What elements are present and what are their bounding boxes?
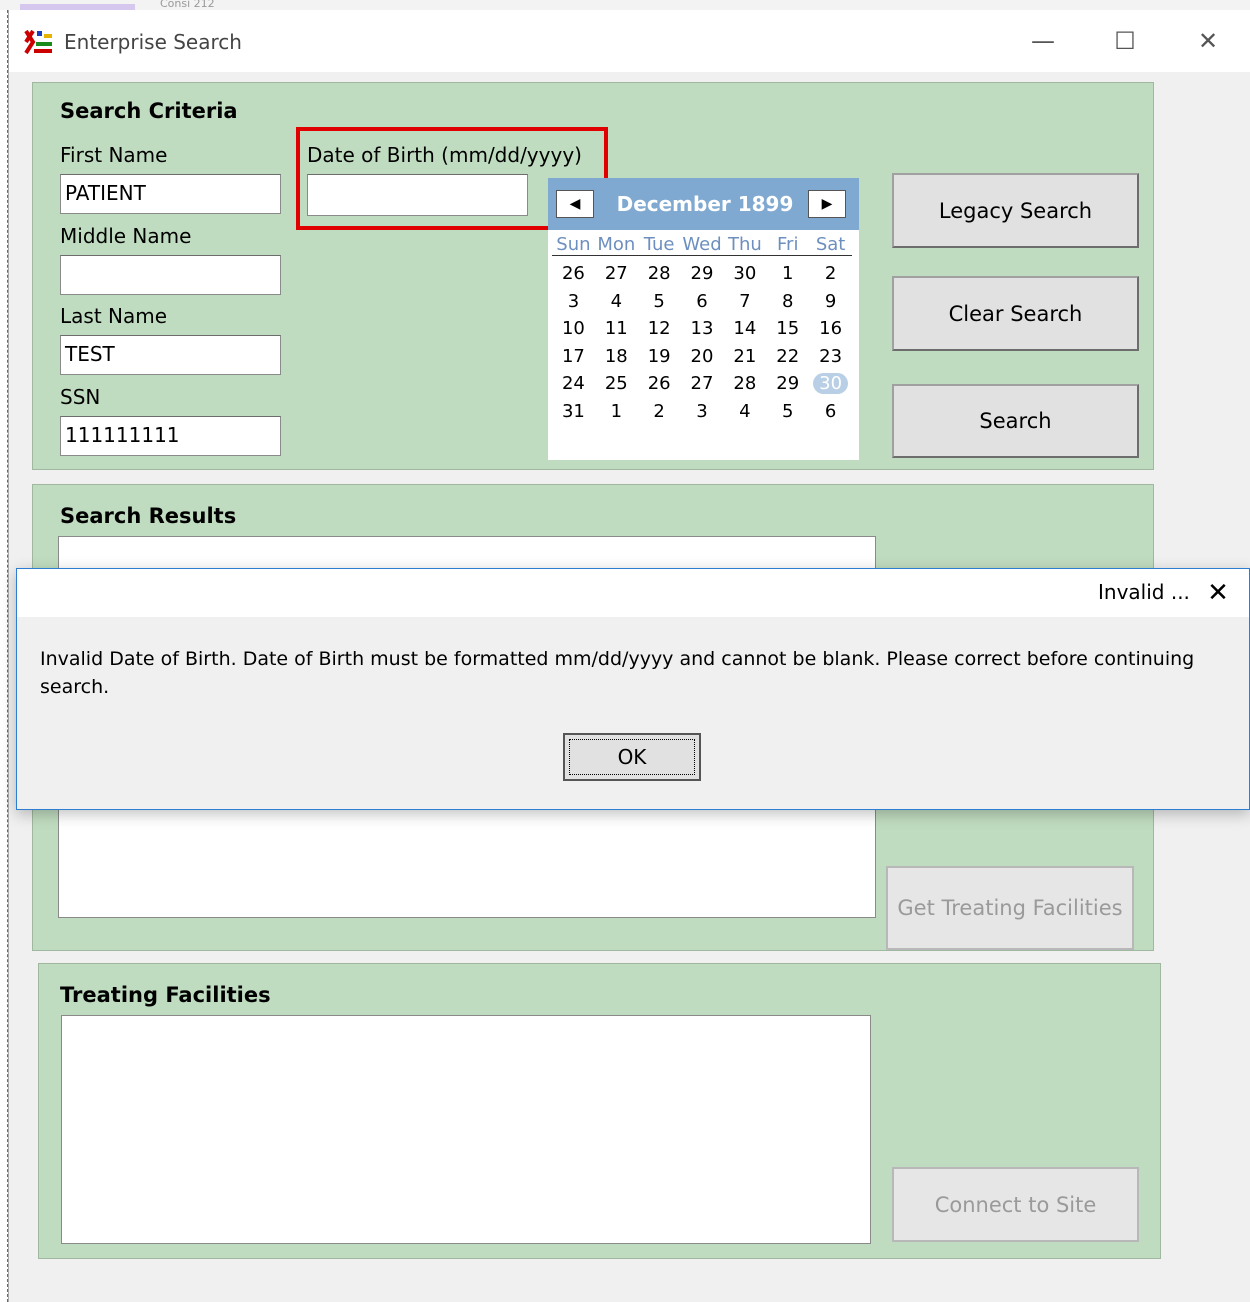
- last-name-field[interactable]: TEST: [60, 335, 281, 375]
- calendar-day[interactable]: 30: [723, 260, 766, 288]
- calendar-day[interactable]: 11: [595, 315, 638, 343]
- app-icon: [24, 28, 54, 56]
- selected-day-value: 30: [813, 373, 849, 394]
- calendar-day[interactable]: 3: [552, 288, 595, 316]
- calendar-day[interactable]: 18: [595, 343, 638, 371]
- weekday-label: Sun: [556, 234, 591, 255]
- triangle-left-icon: ◀: [569, 196, 581, 212]
- calendar-day[interactable]: 13: [681, 315, 724, 343]
- calendar-next-button[interactable]: ▶: [808, 190, 846, 218]
- calendar-day[interactable]: 5: [766, 398, 809, 426]
- close-button[interactable]: ✕: [1168, 18, 1248, 64]
- calendar-week: 10 11 12 13 14 15 16: [552, 315, 852, 343]
- calendar-day[interactable]: 26: [552, 260, 595, 288]
- calendar-day[interactable]: 28: [723, 370, 766, 398]
- weekday-label: Thu: [727, 234, 762, 255]
- calendar-day[interactable]: 27: [595, 260, 638, 288]
- calendar-week: 31 1 2 3 4 5 6: [552, 398, 852, 426]
- calendar-week: 17 18 19 20 21 22 23: [552, 343, 852, 371]
- calendar-day[interactable]: 6: [809, 398, 852, 426]
- calendar-week: 26 27 28 29 30 1 2: [552, 260, 852, 288]
- dialog-title: Invalid ...: [1098, 580, 1190, 604]
- calendar-day[interactable]: 26: [638, 370, 681, 398]
- calendar-day[interactable]: 29: [681, 260, 724, 288]
- calendar-day[interactable]: 20: [681, 343, 724, 371]
- calendar-day[interactable]: 4: [595, 288, 638, 316]
- calendar-month-label[interactable]: December 1899: [610, 190, 800, 218]
- triangle-right-icon: ▶: [821, 196, 833, 212]
- calendar-day[interactable]: 14: [723, 315, 766, 343]
- dialog-ok-button[interactable]: OK: [563, 733, 701, 781]
- window-title: Enterprise Search: [64, 30, 242, 54]
- calendar-day[interactable]: 22: [766, 343, 809, 371]
- calendar-day[interactable]: 25: [595, 370, 638, 398]
- weekday-label: Mon: [597, 234, 636, 255]
- calendar-day[interactable]: 27: [681, 370, 724, 398]
- first-name-field[interactable]: PATIENT: [60, 174, 281, 214]
- dialog-close-button[interactable]: ✕: [1196, 574, 1240, 612]
- calendar-day-selected[interactable]: 30: [809, 370, 852, 398]
- legacy-search-button[interactable]: Legacy Search: [892, 173, 1139, 248]
- first-name-label: First Name: [60, 143, 168, 167]
- calendar-day[interactable]: 2: [638, 398, 681, 426]
- calendar-day[interactable]: 9: [809, 288, 852, 316]
- calendar-day[interactable]: 23: [809, 343, 852, 371]
- calendar-day-grid: 26 27 28 29 30 1 2 3 4 5 6 7 8 9 10 11 1…: [552, 260, 852, 425]
- calendar-day[interactable]: 4: [723, 398, 766, 426]
- ok-button-label: OK: [569, 739, 695, 775]
- search-button[interactable]: Search: [892, 384, 1139, 458]
- calendar-day[interactable]: 21: [723, 343, 766, 371]
- minimize-button[interactable]: —: [1003, 18, 1083, 64]
- calendar-day[interactable]: 31: [552, 398, 595, 426]
- calendar-day[interactable]: 10: [552, 315, 595, 343]
- last-name-label: Last Name: [60, 304, 168, 328]
- calendar-week: 3 4 5 6 7 8 9: [552, 288, 852, 316]
- calendar-day[interactable]: 7: [723, 288, 766, 316]
- background-tab-label: Consi 212: [160, 0, 215, 8]
- connect-to-site-button[interactable]: Connect to Site: [892, 1167, 1139, 1242]
- get-treating-facilities-button[interactable]: Get Treating Facilities: [886, 866, 1134, 950]
- calendar-day[interactable]: 8: [766, 288, 809, 316]
- calendar-day[interactable]: 1: [595, 398, 638, 426]
- weekday-label: Tue: [643, 234, 675, 255]
- calendar-day[interactable]: 19: [638, 343, 681, 371]
- calendar-day[interactable]: 16: [809, 315, 852, 343]
- calendar-day[interactable]: 28: [638, 260, 681, 288]
- left-edge-border: [0, 10, 8, 1302]
- calendar-day[interactable]: 1: [766, 260, 809, 288]
- calendar-day[interactable]: 3: [681, 398, 724, 426]
- ssn-label: SSN: [60, 385, 101, 409]
- calendar-day[interactable]: 15: [766, 315, 809, 343]
- calendar-day[interactable]: 5: [638, 288, 681, 316]
- weekday-label: Sat: [815, 234, 846, 255]
- treating-facilities-list[interactable]: [61, 1015, 871, 1244]
- calendar-weekday-row: Sun Mon Tue Wed Thu Fri Sat: [552, 234, 852, 256]
- calendar-week: 24 25 26 27 28 29 30: [552, 370, 852, 398]
- dialog-titlebar: [17, 569, 1249, 617]
- maximize-button[interactable]: ☐: [1085, 18, 1165, 64]
- calendar-day[interactable]: 29: [766, 370, 809, 398]
- middle-name-field[interactable]: [60, 255, 281, 295]
- ssn-field[interactable]: 111111111: [60, 416, 281, 456]
- middle-name-label: Middle Name: [60, 224, 192, 248]
- calendar-day[interactable]: 2: [809, 260, 852, 288]
- search-criteria-title: Search Criteria: [60, 99, 238, 123]
- calendar-day[interactable]: 24: [552, 370, 595, 398]
- clear-search-button[interactable]: Clear Search: [892, 276, 1139, 351]
- calendar-day[interactable]: 12: [638, 315, 681, 343]
- weekday-label: Fri: [777, 234, 799, 255]
- calendar-day[interactable]: 6: [681, 288, 724, 316]
- treating-facilities-title: Treating Facilities: [60, 983, 271, 1007]
- dialog-message: Invalid Date of Birth. Date of Birth mus…: [40, 648, 1195, 698]
- search-results-title: Search Results: [60, 504, 237, 528]
- calendar-day[interactable]: 17: [552, 343, 595, 371]
- weekday-label: Wed: [682, 234, 722, 255]
- calendar-prev-button[interactable]: ◀: [556, 190, 594, 218]
